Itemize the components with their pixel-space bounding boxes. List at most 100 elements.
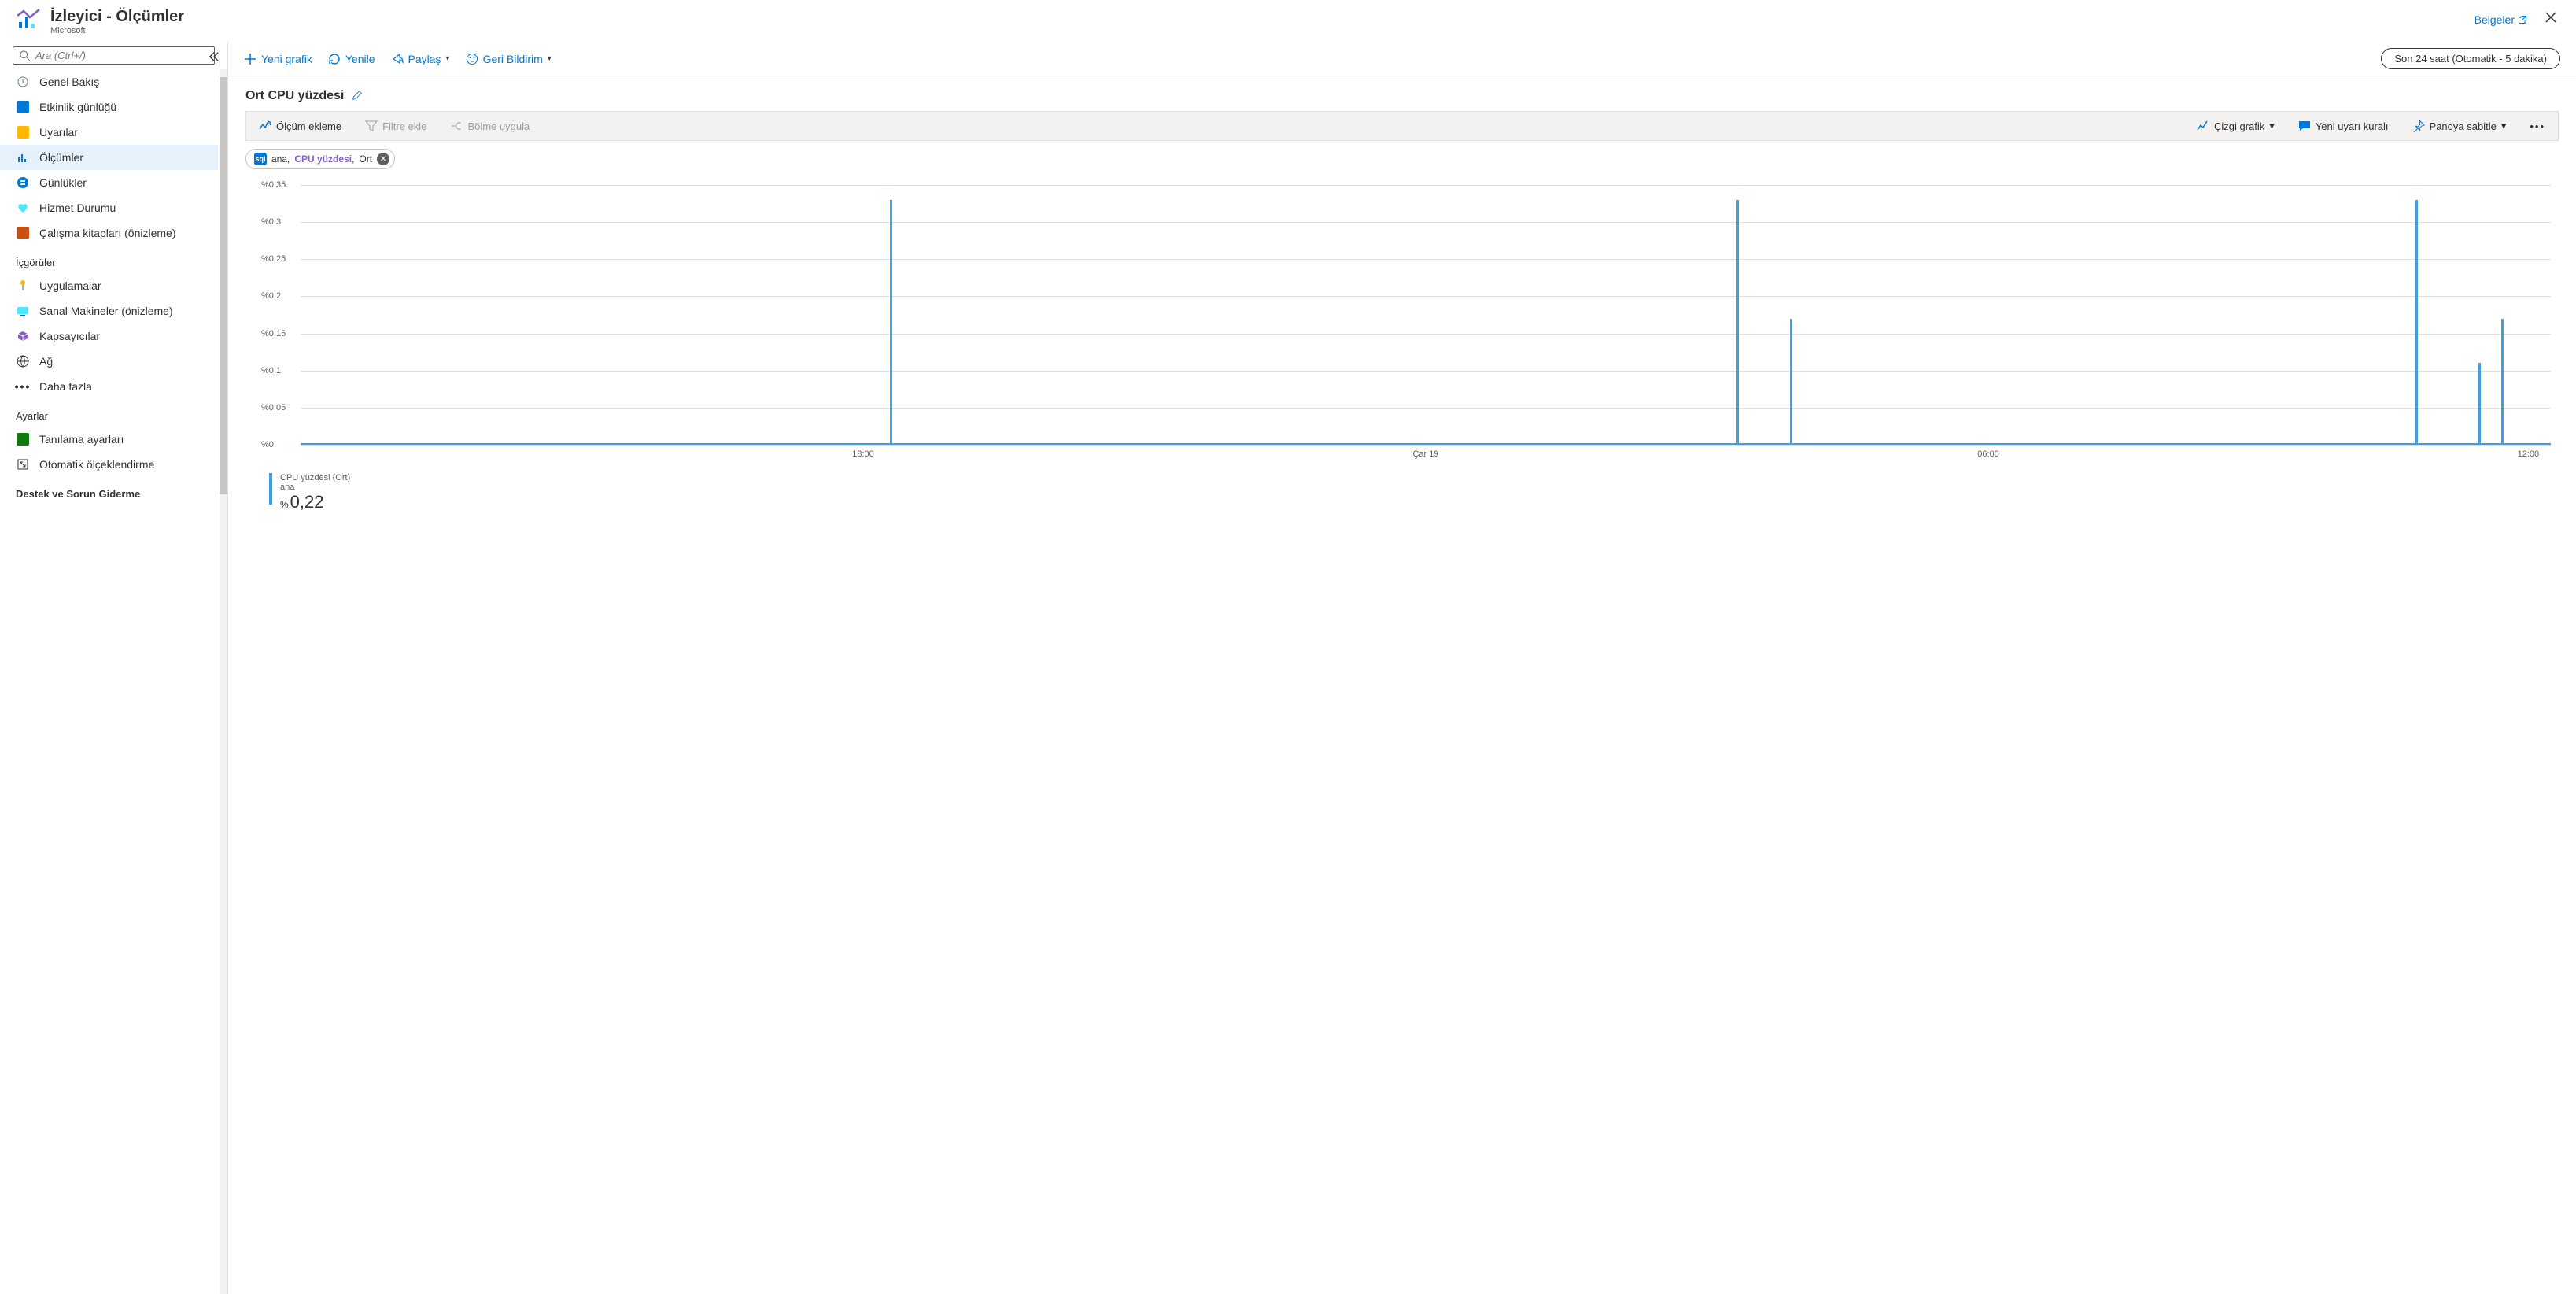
data-spike (1736, 200, 1739, 445)
new-alert-button[interactable]: Yeni uyarı kuralı (2294, 116, 2393, 135)
nav-label: Sanal Makineler (önizleme) (39, 305, 173, 317)
new-chart-button[interactable]: Yeni grafik (244, 53, 312, 65)
nav-label: Günlükler (39, 176, 87, 189)
nav-label: Ölçümler (39, 151, 83, 164)
health-icon (16, 201, 30, 215)
nav-label: Ağ (39, 355, 53, 368)
sidebar-item-apps[interactable]: Uygulamalar (0, 273, 218, 298)
metric-icon: + (259, 120, 271, 132)
comment-icon (2298, 120, 2311, 132)
header: İzleyici - Ölçümler Microsoft Belgeler (0, 0, 2576, 42)
nav-label: Uyarılar (39, 126, 78, 139)
nav-label: Genel Bakış (39, 76, 99, 88)
time-range-picker[interactable]: Son 24 saat (Otomatik - 5 dakika) (2381, 48, 2560, 69)
nav-label: Etkinlik günlüğü (39, 101, 116, 113)
autoscale-icon (16, 457, 30, 471)
logs-icon (16, 176, 30, 190)
metric-chip[interactable]: sql ana, CPU yüzdesi, Ort ✕ (245, 149, 395, 169)
sidebar-item-health[interactable]: Hizmet Durumu (0, 195, 218, 220)
main-content: Yeni grafik Yenile Paylaş ▾ Geri Bildiri… (228, 42, 2576, 1294)
data-spike (1790, 319, 1792, 445)
legend-color-bar (269, 473, 272, 505)
add-metric-button[interactable]: + Ölçüm ekleme (254, 116, 346, 135)
more-menu-button[interactable]: ••• (2525, 117, 2550, 135)
y-tick-label: %0,35 (261, 180, 286, 190)
alerts-icon (16, 125, 30, 139)
data-spike (2415, 200, 2418, 445)
chart-legend: CPU yüzdesi (Ort) ana %0,22 (269, 473, 2559, 512)
chart-toolbar: + Ölçüm ekleme Filtre ekle Bölme uygula (245, 111, 2559, 141)
chart-type-dropdown[interactable]: Çizgi grafik ▾ (2192, 116, 2279, 135)
chip-metric: CPU yüzdesi, (294, 153, 354, 165)
chart-area[interactable]: 18:00Çar 1906:0012:00 %0%0,05%0,1%0,15%0… (261, 185, 2551, 468)
sidebar-item-activity[interactable]: Etkinlik günlüğü (0, 94, 218, 120)
chip-scope: ana, (271, 153, 290, 165)
nav-label: Kapsayıcılar (39, 330, 100, 342)
y-tick-label: %0,2 (261, 291, 281, 301)
sidebar-item-containers[interactable]: Kapsayıcılar (0, 324, 218, 349)
data-spike (890, 200, 892, 445)
feedback-button[interactable]: Geri Bildirim ▾ (466, 53, 552, 65)
section-label-support: Destek ve Sorun Giderme (0, 477, 218, 505)
nav-label: Tanılama ayarları (39, 433, 124, 446)
sidebar-item-autoscale[interactable]: Otomatik ölçeklendirme (0, 452, 218, 477)
sidebar-item-vms[interactable]: Sanal Makineler (önizleme) (0, 298, 218, 324)
sidebar-item-metrics[interactable]: Ölçümler (0, 145, 218, 170)
vms-icon (16, 304, 30, 318)
sidebar-item-logs[interactable]: Günlükler (0, 170, 218, 195)
filter-icon (365, 120, 378, 132)
sidebar-item-workbooks[interactable]: Çalışma kitapları (önizleme) (0, 220, 218, 246)
pin-icon (2412, 120, 2425, 132)
search-box[interactable] (13, 46, 215, 65)
y-tick-label: %0,25 (261, 254, 286, 264)
add-filter-button: Filtre ekle (360, 116, 431, 135)
x-tick-label: 18:00 (852, 449, 874, 459)
chevron-down-icon: ▾ (446, 54, 450, 63)
section-label-settings: Ayarlar (0, 399, 218, 427)
share-button[interactable]: Paylaş ▾ (391, 53, 450, 65)
edit-title-button[interactable] (352, 90, 363, 103)
plus-icon (244, 53, 256, 65)
ellipsis-icon: ••• (2530, 120, 2545, 132)
search-input[interactable] (35, 50, 208, 61)
refresh-button[interactable]: Yenile (328, 53, 375, 65)
sidebar-item-diag[interactable]: Tanılama ayarları (0, 427, 218, 452)
refresh-icon (328, 53, 341, 65)
legend-resource: ana (280, 482, 350, 492)
line-chart-icon (2197, 120, 2209, 132)
monitor-logo-icon (16, 8, 41, 33)
chevron-double-left-icon (209, 51, 220, 62)
y-tick-label: %0,3 (261, 217, 281, 227)
nav-label: Daha fazla (39, 380, 92, 393)
apply-split-button: Bölme uygula (445, 116, 534, 135)
pin-button[interactable]: Panoya sabitle ▾ (2408, 116, 2511, 135)
smiley-icon (466, 53, 478, 65)
nav-label: Uygulamalar (39, 279, 101, 292)
overview-icon (16, 75, 30, 89)
y-tick-label: %0,05 (261, 403, 286, 412)
docs-link[interactable]: Belgeler (2475, 13, 2527, 26)
apps-icon (16, 279, 30, 293)
sidebar-item-alerts[interactable]: Uyarılar (0, 120, 218, 145)
legend-value: %0,22 (280, 492, 350, 512)
sidebar-item-overview[interactable]: Genel Bakış (0, 69, 218, 94)
chip-remove-button[interactable]: ✕ (377, 153, 389, 165)
chart-title: Ort CPU yüzdesi (245, 89, 344, 103)
section-label-insights: İçgörüler (0, 246, 218, 273)
collapse-sidebar-button[interactable] (204, 46, 224, 69)
x-tick-label: 06:00 (1977, 449, 1999, 459)
sidebar: Genel Bakış Etkinlik günlüğü Uyarılar Ölçüm… (0, 42, 228, 1294)
activity-icon (16, 100, 30, 114)
close-button[interactable] (2541, 8, 2560, 31)
more-icon: ••• (16, 379, 30, 394)
page-subtitle: Microsoft (50, 26, 184, 35)
svg-text:+: + (268, 121, 271, 126)
y-tick-label: %0,1 (261, 366, 281, 375)
chip-aggregation: Ort (359, 153, 372, 165)
toolbar: Yeni grafik Yenile Paylaş ▾ Geri Bildiri… (228, 42, 2576, 76)
sidebar-item-more[interactable]: ••• Daha fazla (0, 374, 218, 399)
sidebar-item-network[interactable]: Ağ (0, 349, 218, 374)
sidebar-scrollbar[interactable] (220, 69, 227, 1294)
y-tick-label: %0,15 (261, 329, 286, 338)
diag-icon (16, 432, 30, 446)
